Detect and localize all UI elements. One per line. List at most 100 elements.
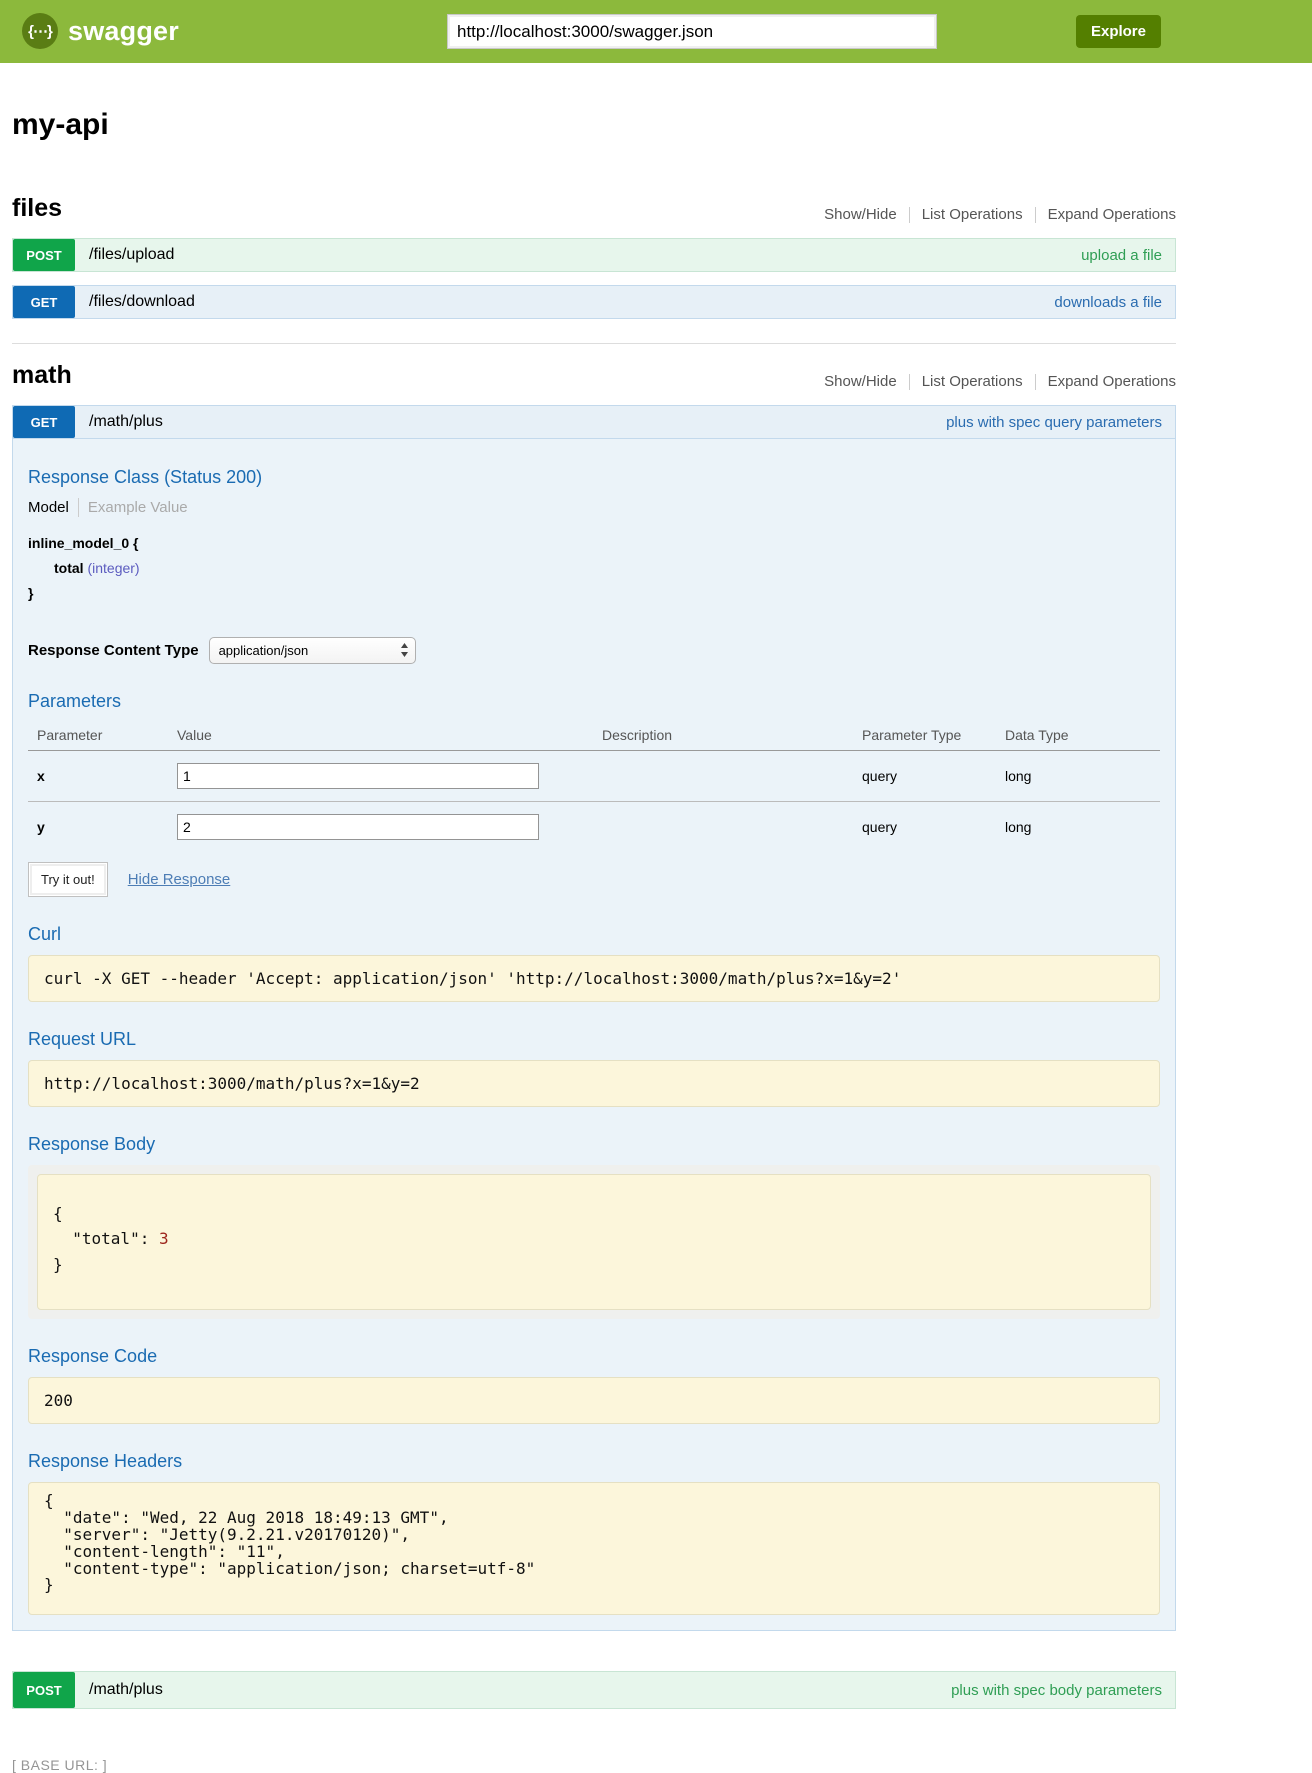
http-method-badge: GET bbox=[13, 406, 75, 438]
json-close-brace: } bbox=[53, 1255, 63, 1274]
operation-row-post-math-plus: POST /math/plus plus with spec body para… bbox=[12, 1671, 1176, 1709]
separator bbox=[909, 207, 910, 223]
http-method-badge: POST bbox=[13, 1672, 75, 1708]
param-description bbox=[593, 750, 853, 801]
response-code-value: 200 bbox=[28, 1377, 1160, 1424]
model-tabs: Model Example Value bbox=[28, 498, 1160, 517]
section-title-files[interactable]: files bbox=[12, 194, 62, 223]
col-header-parameter: Parameter bbox=[28, 722, 168, 751]
resource-heading-files: files Show/Hide List Operations Expand O… bbox=[12, 194, 1176, 223]
json-key: "total": bbox=[72, 1229, 149, 1248]
model-signature: inline_model_0 { total (integer) } bbox=[28, 531, 1160, 607]
op-summary-link[interactable]: plus with spec query parameters bbox=[946, 414, 1162, 431]
main-container: my-api files Show/Hide List Operations E… bbox=[12, 108, 1176, 1773]
param-description bbox=[593, 801, 853, 852]
separator bbox=[909, 374, 910, 390]
list-operations-link[interactable]: List Operations bbox=[922, 206, 1023, 223]
response-headers-section: Response Headers { "date": "Wed, 22 Aug … bbox=[28, 1451, 1160, 1615]
param-row-y: y query long bbox=[28, 801, 1160, 852]
response-content-type-label: Response Content Type bbox=[28, 642, 199, 659]
hide-response-link[interactable]: Hide Response bbox=[128, 871, 231, 888]
json-open-brace: { bbox=[53, 1204, 63, 1223]
try-it-out-button[interactable]: Try it out! bbox=[28, 862, 108, 897]
swagger-url-input[interactable] bbox=[447, 14, 937, 49]
section-title-math[interactable]: math bbox=[12, 361, 72, 390]
response-content-type-row: Response Content Type application/json bbox=[28, 637, 1160, 664]
param-data-type: long bbox=[996, 750, 1160, 801]
response-body-code: { "total": 3 } bbox=[37, 1174, 1151, 1311]
response-code-section: Response Code 200 bbox=[28, 1346, 1160, 1424]
try-row: Try it out! Hide Response bbox=[28, 862, 1160, 897]
resource-heading-math: math Show/Hide List Operations Expand Op… bbox=[12, 361, 1176, 390]
top-bar: {⋯} swagger Explore bbox=[0, 0, 1312, 63]
separator bbox=[78, 498, 79, 517]
expand-operations-link[interactable]: Expand Operations bbox=[1048, 373, 1176, 390]
response-body-section: Response Body { "total": 3 } bbox=[28, 1134, 1160, 1320]
select-value: application/json bbox=[219, 643, 309, 658]
response-class-heading: Response Class (Status 200) bbox=[28, 467, 1160, 488]
list-operations-link[interactable]: List Operations bbox=[922, 373, 1023, 390]
response-headers-heading: Response Headers bbox=[28, 1451, 1160, 1472]
col-header-value: Value bbox=[168, 722, 593, 751]
base-url-footer: [ BASE URL: ] bbox=[12, 1757, 1176, 1773]
parameters-heading: Parameters bbox=[28, 691, 1160, 712]
operation-row-get-files-download: GET /files/download downloads a file bbox=[12, 285, 1176, 319]
json-number-value: 3 bbox=[159, 1229, 169, 1248]
swagger-logo-icon: {⋯} bbox=[22, 13, 58, 49]
operation-content-get-math-plus: Response Class (Status 200) Model Exampl… bbox=[12, 439, 1176, 1631]
op-path-link[interactable]: /math/plus bbox=[89, 1681, 163, 1699]
request-url-value: http://localhost:3000/math/plus?x=1&y=2 bbox=[28, 1060, 1160, 1107]
op-path-link[interactable]: /files/upload bbox=[89, 246, 174, 264]
response-headers-code: { "date": "Wed, 22 Aug 2018 18:49:13 GMT… bbox=[28, 1482, 1160, 1615]
param-type: query bbox=[853, 750, 996, 801]
explore-button[interactable]: Explore bbox=[1076, 15, 1161, 48]
show-hide-link[interactable]: Show/Hide bbox=[824, 206, 897, 223]
show-hide-link[interactable]: Show/Hide bbox=[824, 373, 897, 390]
curl-command: curl -X GET --header 'Accept: applicatio… bbox=[28, 955, 1160, 1002]
param-x-input[interactable] bbox=[177, 763, 539, 789]
api-title: my-api bbox=[12, 108, 1176, 142]
op-summary-link[interactable]: downloads a file bbox=[1054, 294, 1162, 311]
response-body-wrapper: { "total": 3 } bbox=[28, 1165, 1160, 1320]
op-path-link[interactable]: /math/plus bbox=[89, 413, 163, 431]
response-body-heading: Response Body bbox=[28, 1134, 1160, 1155]
resource-section-math: math Show/Hide List Operations Expand Op… bbox=[12, 343, 1176, 1709]
tab-example-value[interactable]: Example Value bbox=[88, 499, 188, 516]
property-name: total bbox=[54, 560, 84, 576]
section-options-math: Show/Hide List Operations Expand Operati… bbox=[824, 373, 1176, 390]
curl-section: Curl curl -X GET --header 'Accept: appli… bbox=[28, 924, 1160, 1002]
response-content-type-select[interactable]: application/json bbox=[209, 637, 416, 664]
param-y-input[interactable] bbox=[177, 814, 539, 840]
model-close-brace: } bbox=[28, 581, 1160, 606]
param-row-x: x query long bbox=[28, 750, 1160, 801]
op-summary-link[interactable]: plus with spec body parameters bbox=[951, 1682, 1162, 1699]
op-summary-link[interactable]: upload a file bbox=[1081, 247, 1162, 264]
brand-name: swagger bbox=[68, 16, 179, 47]
param-type: query bbox=[853, 801, 996, 852]
col-header-description: Description bbox=[593, 722, 853, 751]
select-arrows-icon bbox=[400, 642, 409, 658]
resource-section-files: files Show/Hide List Operations Expand O… bbox=[12, 194, 1176, 319]
http-method-badge: GET bbox=[13, 286, 75, 318]
param-name: y bbox=[28, 801, 168, 852]
request-url-heading: Request URL bbox=[28, 1029, 1160, 1050]
param-name: x bbox=[28, 750, 168, 801]
model-name: inline_model_0 { bbox=[28, 531, 1160, 556]
http-method-badge: POST bbox=[13, 239, 75, 271]
separator bbox=[1035, 374, 1036, 390]
separator bbox=[1035, 207, 1036, 223]
request-url-section: Request URL http://localhost:3000/math/p… bbox=[28, 1029, 1160, 1107]
model-property: total (integer) bbox=[54, 556, 1160, 581]
col-header-data-type: Data Type bbox=[996, 722, 1160, 751]
response-code-heading: Response Code bbox=[28, 1346, 1160, 1367]
curl-heading: Curl bbox=[28, 924, 1160, 945]
param-data-type: long bbox=[996, 801, 1160, 852]
operation-row-post-files-upload: POST /files/upload upload a file bbox=[12, 238, 1176, 272]
parameters-section: Parameters Parameter Value Description P… bbox=[28, 691, 1160, 897]
col-header-parameter-type: Parameter Type bbox=[853, 722, 996, 751]
swagger-logo[interactable]: {⋯} swagger bbox=[22, 13, 179, 49]
tab-model[interactable]: Model bbox=[28, 499, 69, 516]
expand-operations-link[interactable]: Expand Operations bbox=[1048, 206, 1176, 223]
operation-row-get-math-plus: GET /math/plus plus with spec query para… bbox=[12, 405, 1176, 439]
op-path-link[interactable]: /files/download bbox=[89, 293, 195, 311]
